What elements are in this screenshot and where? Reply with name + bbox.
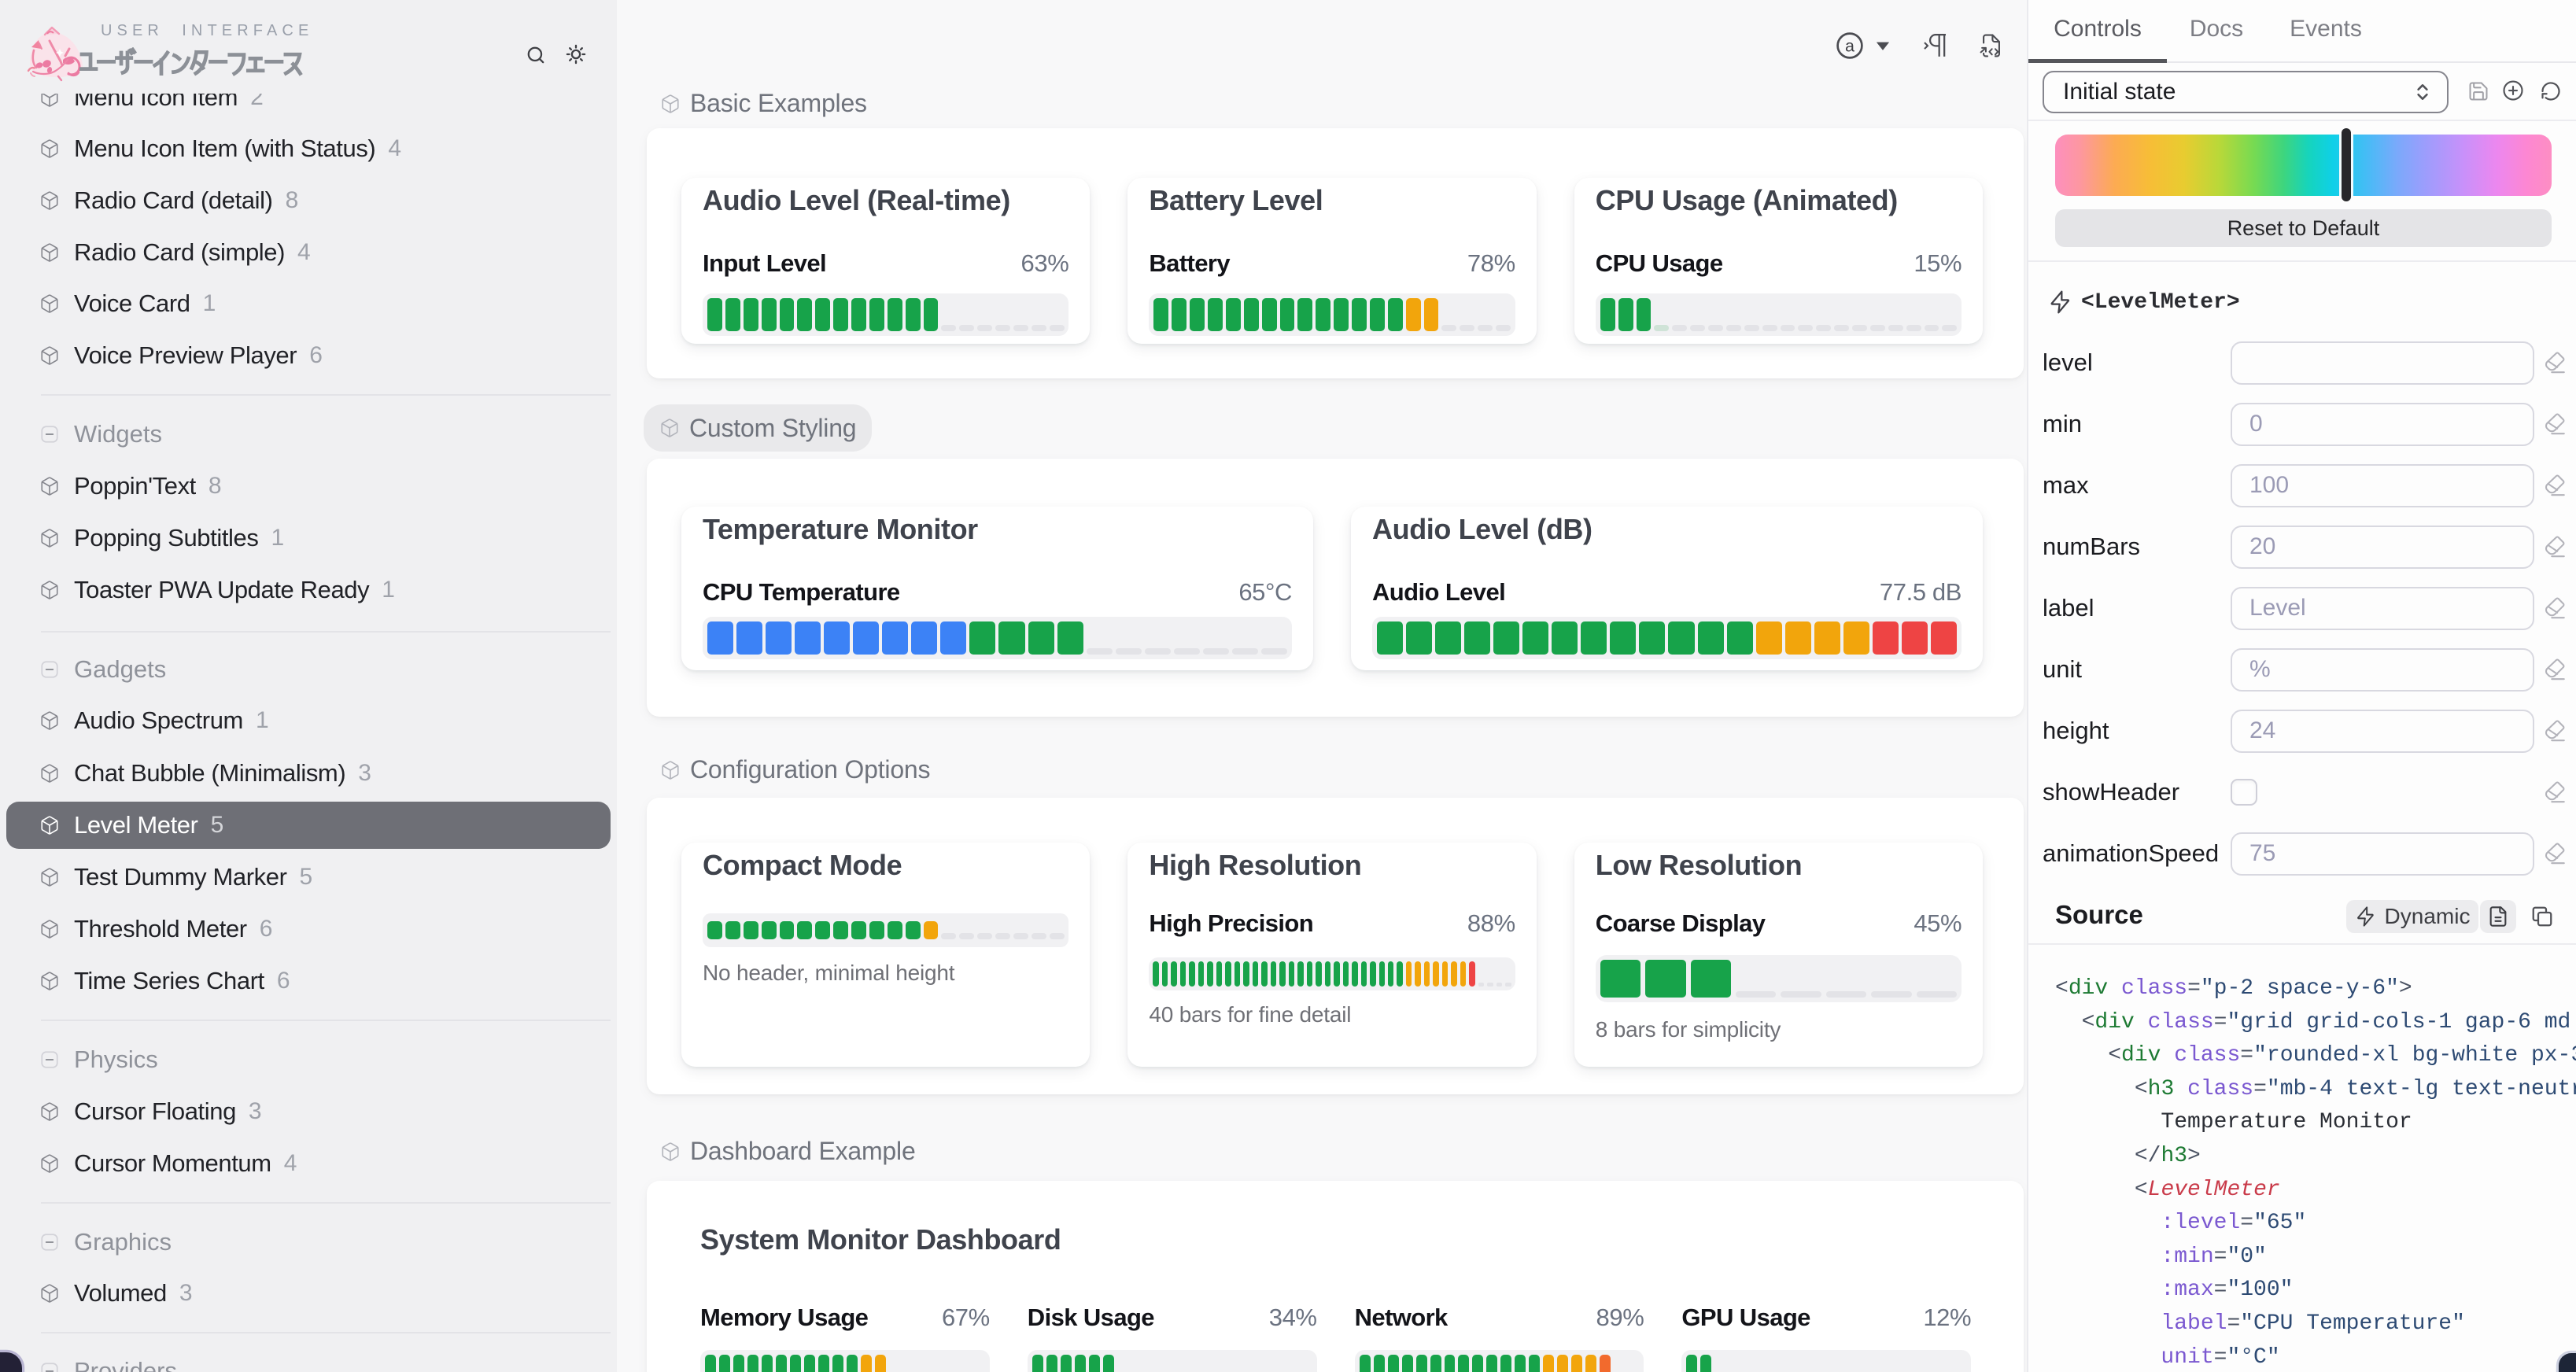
svg-text:a: a [1845,36,1854,55]
